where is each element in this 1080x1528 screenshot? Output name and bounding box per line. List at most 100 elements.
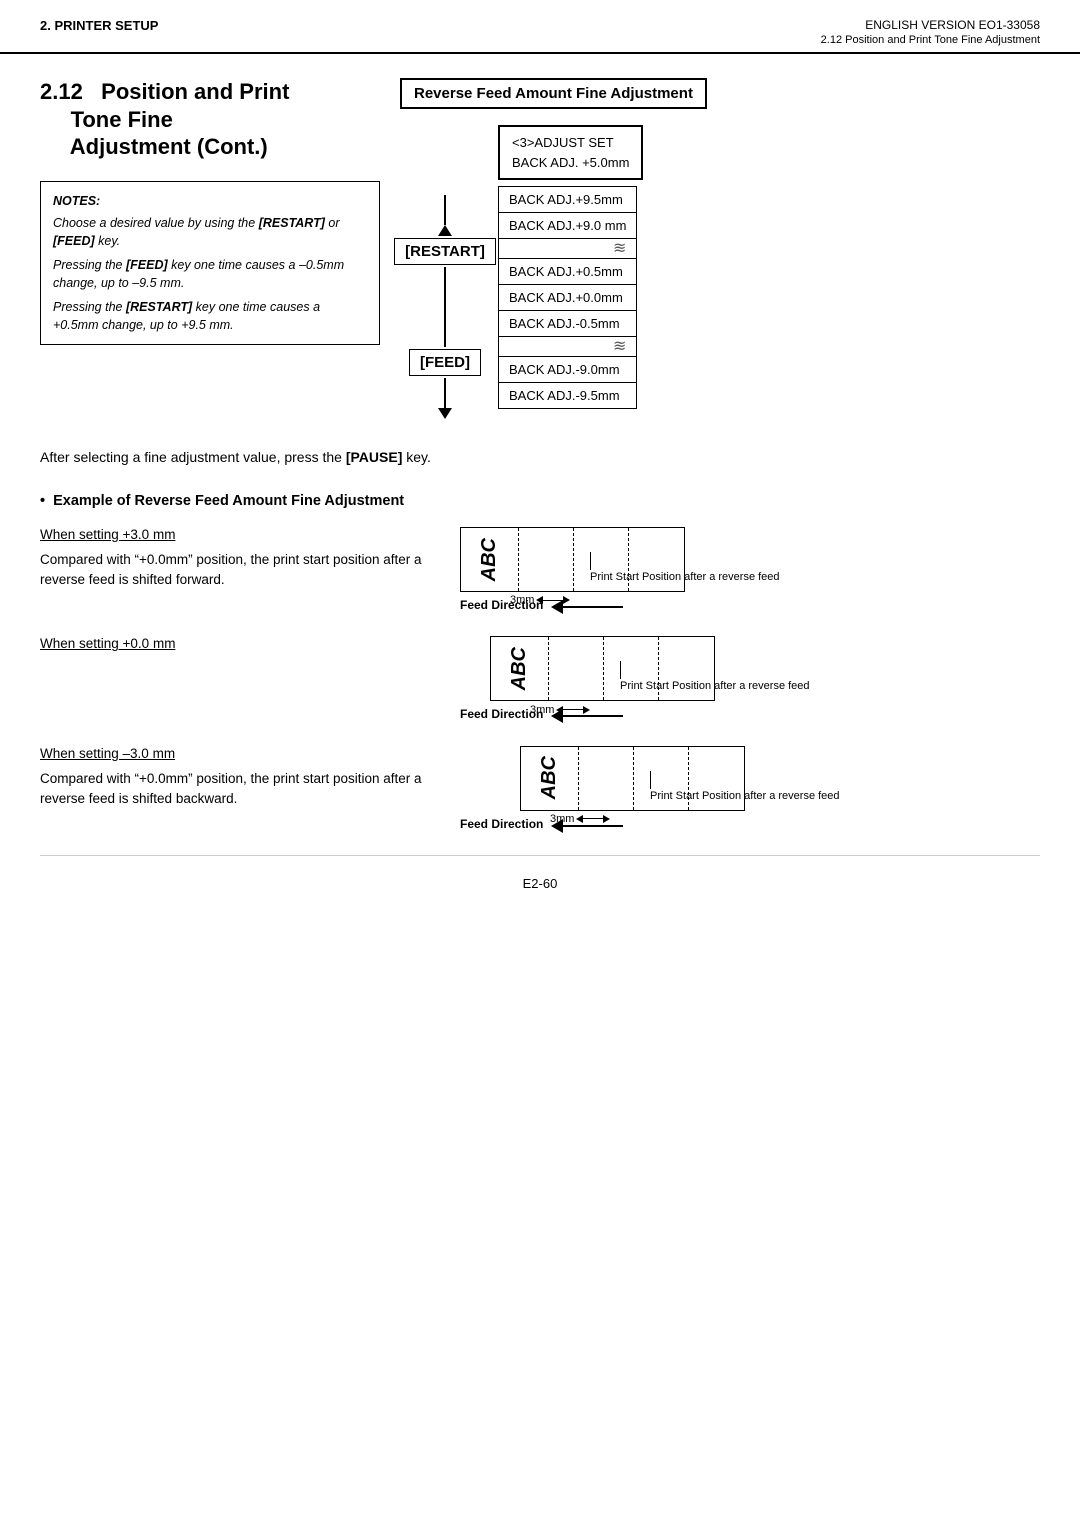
right-panel: Reverse Feed Amount Fine Adjustment [RES… [380, 78, 1040, 419]
title-line3: Adjustment (Cont.) [70, 134, 268, 159]
feed-key-label: [FEED] [409, 349, 481, 376]
dist-arrow-left-3 [576, 815, 583, 823]
label-diagram-3: ABC Feed Direction [460, 746, 1040, 825]
keys-column: [RESTART] [FEED] [400, 125, 490, 419]
header: 2. PRINTER SETUP ENGLISH VERSION EO1-330… [0, 0, 1080, 54]
diagram-title: Reverse Feed Amount Fine Adjustment [400, 78, 707, 109]
after-selecting: After selecting a fine adjustment value,… [40, 449, 1040, 465]
menu-item-7: BACK ADJ.-9.5mm [499, 383, 636, 408]
distance-text-1: 3mm [510, 594, 534, 606]
label-diagram-2: ABC Feed Direction [460, 636, 1040, 715]
desc-3: Compared with “+0.0mm” position, the pri… [40, 769, 440, 810]
notes-text1: Choose a desired value by using the [RES… [53, 214, 367, 250]
distance-text-2: 3mm [530, 704, 554, 716]
top-menu-box: <3>ADJUST SET BACK ADJ. +5.0mm [498, 125, 643, 180]
abc-cell-3: ABC [521, 747, 579, 810]
dist-arrow-right-3 [603, 815, 610, 823]
notes-text3: Pressing the [RESTART] key one time caus… [53, 298, 367, 334]
dist-arrow-left-1 [536, 596, 543, 604]
example-block-1: When setting +3.0 mm Compared with “+0.0… [40, 527, 1040, 606]
example-left-2: When setting +0.0 mm [40, 636, 460, 659]
annotation-2: Print Start Position after a reverse fee… [620, 661, 810, 693]
top-menu-line1: <3>ADJUST SET [512, 135, 614, 150]
annotation-text-3: Print Start Position after a reverse fee… [650, 789, 840, 803]
arrow-line-1 [563, 606, 623, 608]
annotation-1: Print Start Position after a reverse fee… [590, 552, 780, 584]
menu-column: <3>ADJUST SET BACK ADJ. +5.0mm BACK ADJ.… [498, 125, 643, 409]
dist-arrow-left-2 [556, 706, 563, 714]
arrow-line-2 [563, 715, 623, 717]
menu-list: BACK ADJ.+9.5mm BACK ADJ.+9.0 mm ≋ BACK … [498, 186, 637, 409]
annotation-text-1: Print Start Position after a reverse fee… [590, 570, 780, 584]
abc-cell-2: ABC [491, 637, 549, 700]
menu-item-1: BACK ADJ.+9.5mm [499, 187, 636, 213]
menu-item-2: BACK ADJ.+9.0 mm [499, 213, 636, 239]
page: 2. PRINTER SETUP ENGLISH VERSION EO1-330… [0, 0, 1080, 1528]
version-text: ENGLISH VERSION EO1-33058 [821, 18, 1040, 32]
top-section: 2.12 Position and Print Tone Fine Adjust… [40, 78, 1040, 419]
notes-key-suffix: key. [95, 234, 120, 248]
notes-text2: Pressing the [FEED] key one time causes … [53, 256, 367, 292]
section-number: 2.12 [40, 79, 83, 104]
dist-line-2 [563, 709, 583, 710]
squiggle-2: ≋ [499, 337, 636, 356]
page-number: E2-60 [523, 876, 558, 891]
notes-line2-prefix: Pressing the [53, 258, 126, 272]
abc-text-1: ABC [478, 538, 501, 581]
header-right: ENGLISH VERSION EO1-33058 2.12 Position … [821, 18, 1040, 46]
dist-arrow-right-2 [583, 706, 590, 714]
subtitle-text: 2.12 Position and Print Tone Fine Adjust… [821, 34, 1040, 46]
section-title: 2.12 Position and Print Tone Fine Adjust… [40, 78, 380, 161]
restart-key-label: [RESTART] [394, 238, 496, 265]
menu-item-6: BACK ADJ.-9.0mm [499, 356, 636, 383]
abc-cell-1: ABC [461, 528, 519, 591]
notes-title: NOTES: [53, 192, 367, 210]
title-line1: Position and Print [101, 79, 289, 104]
empty-cell-1a [519, 528, 574, 591]
example-left-3: When setting –3.0 mm Compared with “+0.0… [40, 746, 460, 810]
menu-item-5: BACK ADJ.-0.5mm [499, 311, 636, 337]
abc-text-2: ABC [508, 647, 531, 690]
annotation-3: Print Start Position after a reverse fee… [650, 771, 840, 803]
notes-line3-prefix: Pressing the [53, 300, 126, 314]
distance-text-3: 3mm [550, 813, 574, 825]
example-title: • Example of Reverse Feed Amount Fine Ad… [40, 493, 1040, 509]
after-selecting-suffix: key. [402, 449, 431, 465]
empty-cell-3a [579, 747, 634, 810]
after-selecting-prefix: After selecting a fine adjustment value,… [40, 449, 346, 465]
menu-item-4: BACK ADJ.+0.0mm [499, 285, 636, 311]
dist-arrow-right-1 [563, 596, 570, 604]
dist-line-1 [543, 600, 563, 601]
main-content: 2.12 Position and Print Tone Fine Adjust… [0, 54, 1080, 925]
top-menu-line2: BACK ADJ. +5.0mm [512, 155, 629, 170]
title-line2: Tone Fine [71, 107, 173, 132]
example-block-3: When setting –3.0 mm Compared with “+0.0… [40, 746, 1040, 825]
header-left: 2. PRINTER SETUP [40, 18, 158, 33]
abc-text-3: ABC [538, 756, 561, 799]
label-diagram-1: ABC Feed Direction [460, 527, 1040, 606]
notes-box: NOTES: Choose a desired value by using t… [40, 181, 380, 346]
distance-2: 3mm [530, 704, 590, 716]
setting-1: When setting +3.0 mm [40, 527, 440, 542]
squiggle-1: ≋ [499, 239, 636, 258]
dist-line-3 [583, 818, 603, 819]
notes-feed-key: [FEED] [53, 234, 95, 248]
notes-restart-key: [RESTART] [259, 216, 325, 230]
arrow-line-3 [563, 825, 623, 827]
flow-diagram: [RESTART] [FEED] [400, 125, 1040, 419]
example-block-2: When setting +0.0 mm ABC Feed Direct [40, 636, 1040, 715]
desc-1: Compared with “+0.0mm” position, the pri… [40, 550, 440, 591]
notes-line1: Choose a desired value by using the [53, 216, 255, 230]
bullet-icon: • [40, 493, 45, 509]
empty-cell-2a [549, 637, 604, 700]
annotation-text-2: Print Start Position after a reverse fee… [620, 679, 810, 693]
notes-feed-key2: [FEED] [126, 258, 168, 272]
notes-or: or [325, 216, 340, 230]
distance-1: 3mm [510, 594, 570, 606]
setting-3: When setting –3.0 mm [40, 746, 440, 761]
distance-3: 3mm [550, 813, 610, 825]
footer: E2-60 [40, 855, 1040, 901]
pause-key: [PAUSE] [346, 449, 403, 465]
example-section: • Example of Reverse Feed Amount Fine Ad… [40, 493, 1040, 825]
notes-restart-key2: [RESTART] [126, 300, 192, 314]
